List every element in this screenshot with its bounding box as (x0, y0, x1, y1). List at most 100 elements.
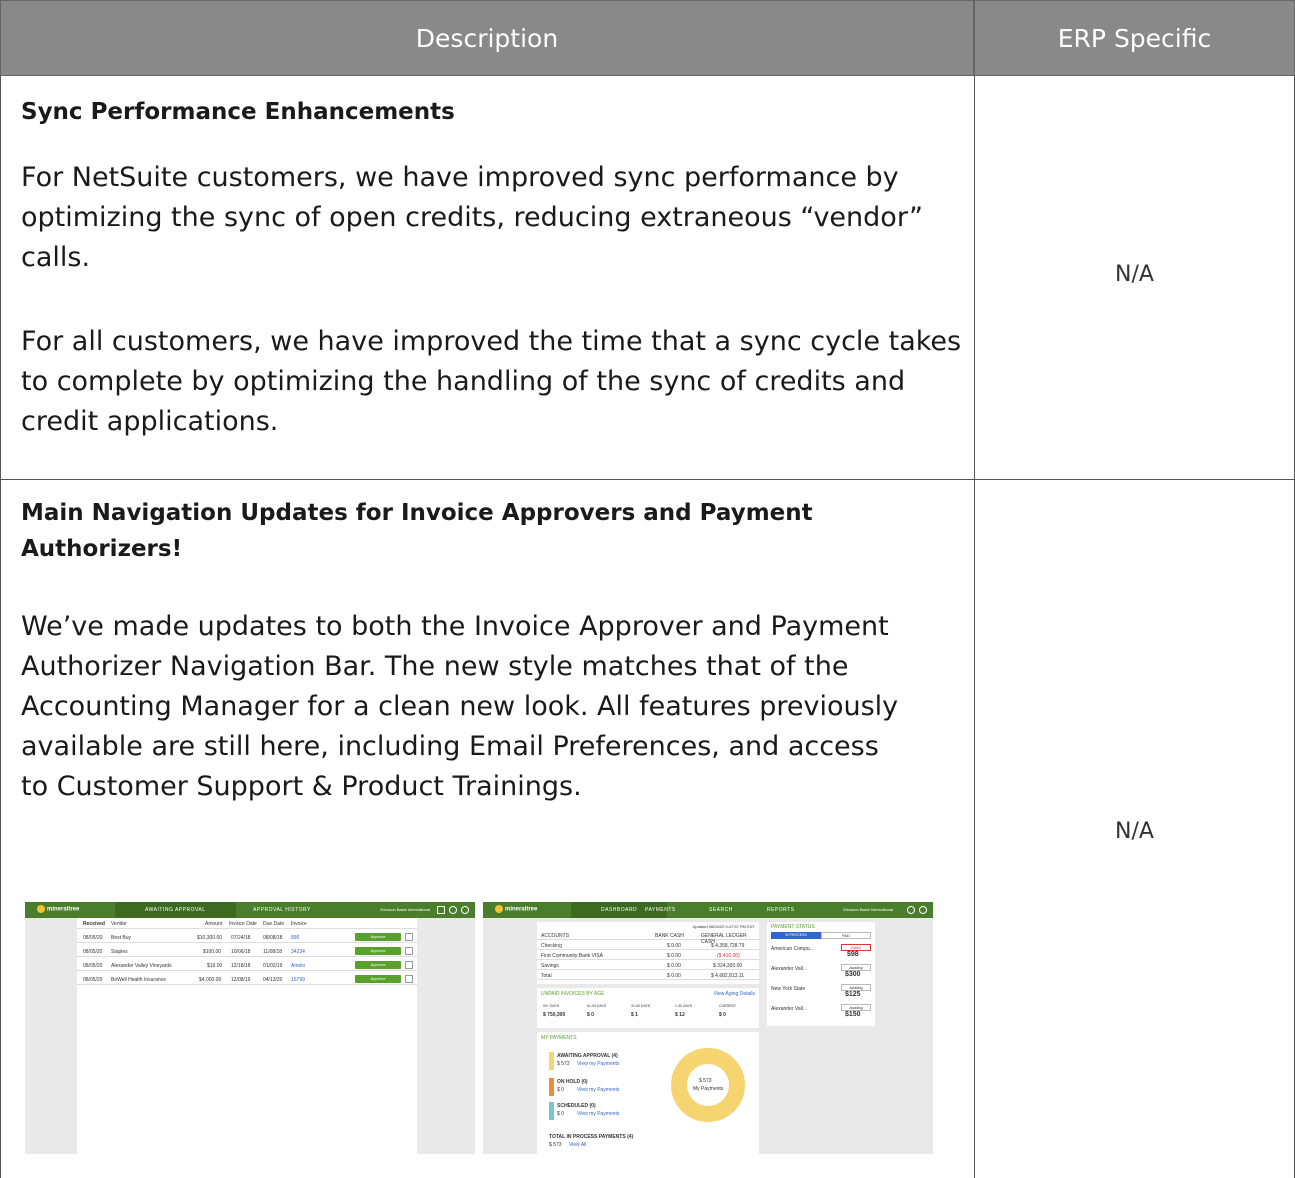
help-icon[interactable] (449, 906, 457, 914)
cell-invoice-link[interactable]: 15799 (291, 977, 305, 983)
tab-awaiting-approval[interactable]: AWAITING APPROVAL (115, 902, 236, 918)
payment-authorizer-screenshot: mineraltree DASHBOARD PAYMENTS SEARCH RE… (483, 902, 933, 1154)
cell-invoice-link[interactable]: 34234 (291, 949, 305, 955)
cell-invoice-link[interactable]: Amelo (291, 963, 305, 969)
account-name: Total (541, 973, 552, 979)
approve-button[interactable]: Approve (355, 961, 401, 969)
row-1-erp: N/A (974, 76, 1295, 480)
tab-reports[interactable]: REPORTS (767, 907, 795, 913)
help-icon[interactable] (907, 906, 915, 914)
scheduled-amount: $ 0 (557, 1111, 564, 1117)
aging-label: 1-30 DAYS (675, 1004, 693, 1008)
cell-amount: $4,000.00 (199, 977, 222, 983)
approve-button[interactable]: Approve (355, 947, 401, 955)
account-name: First Community Bank VISA (541, 953, 603, 959)
row-menu-dropdown[interactable] (405, 975, 413, 983)
cell-due-date: 11/08/18 (263, 949, 283, 955)
status-vendor: Alexander Vall... (771, 966, 808, 972)
invoice-approver-screenshot: mineraltree AWAITING APPROVAL APPROVAL H… (25, 902, 475, 1154)
gl-cash: $ 4,682,813.11 (711, 973, 744, 979)
aging-panel: UNPAID INVOICES BY AGE View Aging Detail… (537, 988, 759, 1028)
view-my-payments-link[interactable]: View my Payments (577, 1061, 619, 1067)
status-badge: Awaiting (841, 984, 871, 991)
on-hold-label: ON HOLD (0) (557, 1079, 588, 1085)
donut-label: My Payments (693, 1086, 724, 1092)
view-aging-details-link[interactable]: View Aging Details (714, 991, 755, 997)
aging-label: 90+ DAYS (543, 1004, 560, 1008)
status-vendor: Alexander Vall... (771, 1006, 808, 1012)
nav-bar: mineraltree DASHBOARD PAYMENTS SEARCH RE… (483, 902, 933, 918)
mineraltree-logo: mineraltree (495, 905, 537, 913)
gl-cash: $ 4,358,728.79 (711, 943, 745, 949)
status-vendor: New York State (771, 986, 806, 992)
table-row[interactable]: 08/05/20 Best Buy $10,300.00 07/24/18 08… (77, 932, 417, 943)
row-menu-dropdown[interactable] (405, 961, 413, 969)
row-menu-dropdown[interactable] (405, 933, 413, 941)
row-2-title: Main Navigation Updates for Invoice Appr… (21, 500, 813, 562)
view-all-link[interactable]: View All (569, 1142, 586, 1148)
payments-donut-chart (671, 1048, 745, 1122)
row-1-paragraph-1: For NetSuite customers, we have improved… (21, 162, 924, 273)
col-bank-cash: BANK CASH (655, 933, 684, 939)
aging-value: $ 12 (675, 1012, 685, 1018)
cell-invoice-link[interactable]: 890 (291, 935, 299, 941)
accounts-header: ACCOUNTS BANK CASH GENERAL LEDGER CASH (537, 931, 759, 945)
cell-amount: $100.00 (203, 949, 222, 955)
on-hold-swatch (549, 1078, 554, 1096)
tab-search[interactable]: SEARCH (709, 907, 733, 913)
status-amount: $300 (845, 971, 861, 978)
updated-timestamp: Updated 08/04/20 9:47:57 PM EDT (692, 924, 755, 929)
awaiting-swatch (549, 1052, 554, 1070)
bank-cash: $ 0.00 (667, 953, 681, 959)
header-description: Description (0, 0, 974, 76)
cell-received: 08/05/20 (83, 935, 103, 941)
approve-button[interactable]: Approve (355, 975, 401, 983)
table-row[interactable]: 08/05/20 Staples $100.00 10/06/18 11/08/… (77, 946, 417, 957)
gl-cash: ($ 410.00) (717, 953, 740, 959)
status-vendor: American Compu... (771, 946, 814, 952)
table-header: Received Vendor Amount Invoice Date Due … (77, 918, 417, 929)
tab-paid[interactable]: PAID (821, 932, 871, 939)
status-amount: $98 (847, 951, 859, 958)
table-row[interactable]: 08/05/20 Alexander Valley Vineyards $19.… (77, 960, 417, 971)
cell-vendor: BeWell Health Insurance (111, 977, 166, 983)
account-row: Checking $ 0.00 $ 4,358,728.79 (537, 941, 759, 950)
row-menu-dropdown[interactable] (405, 947, 413, 955)
account-row: First Community Bank VISA $ 0.00 ($ 410.… (537, 951, 759, 960)
tab-in-process[interactable]: IN PROCESS (771, 932, 821, 939)
col-vendor: Vendor (111, 921, 127, 927)
row-1-title: Sync Performance Enhancements (21, 99, 455, 125)
tab-payments[interactable]: PAYMENTS (645, 907, 676, 913)
status-badge: Awaiting (841, 964, 871, 971)
status-badge: Failed (841, 944, 871, 951)
cell-vendor: Best Buy (111, 935, 132, 941)
cell-invoice-date: 12/08/19 (231, 977, 251, 983)
accounts-panel: Updated 08/04/20 9:47:57 PM EDT ACCOUNTS… (537, 922, 759, 984)
document-icon[interactable] (437, 906, 445, 914)
cell-due-date: 01/02/19 (263, 963, 283, 969)
aging-label: CURRENT (719, 1004, 737, 1008)
view-my-payments-link[interactable]: View my Payments (577, 1087, 619, 1093)
tab-approval-history[interactable]: APPROVAL HISTORY (253, 907, 311, 913)
approve-button[interactable]: Approve (355, 933, 401, 941)
cell-invoice-date: 07/24/18 (231, 935, 251, 941)
payment-status-panel: PAYMENT STATUS IN PROCESS PAID American … (767, 922, 875, 1026)
cell-amount: $10,300.00 (197, 935, 223, 941)
user-avatar-icon[interactable] (461, 906, 469, 914)
company-selector[interactable]: Ericsson Basin International (843, 907, 893, 912)
cell-invoice-date: 12/18/18 (231, 963, 251, 969)
cell-due-date: 08/08/18 (263, 935, 283, 941)
table-row[interactable]: 08/05/20 BeWell Health Insurance $4,000.… (77, 974, 417, 985)
cell-vendor: Staples (111, 949, 128, 955)
aging-value: $ 0 (719, 1012, 726, 1018)
cell-received: 08/05/20 (83, 963, 103, 969)
bank-cash: $ 0.00 (667, 973, 681, 979)
account-row: Total $ 0.00 $ 4,682,813.11 (537, 971, 759, 980)
on-hold-amount: $ 0 (557, 1087, 564, 1093)
cell-received: 08/05/20 (83, 977, 103, 983)
view-my-payments-link[interactable]: View my Payments (577, 1111, 619, 1117)
aging-value: $ 0 (587, 1012, 594, 1018)
bank-cash: $ 0.00 (667, 943, 681, 949)
company-selector[interactable]: Ericsson Basin International (380, 907, 430, 912)
user-avatar-icon[interactable] (919, 906, 927, 914)
